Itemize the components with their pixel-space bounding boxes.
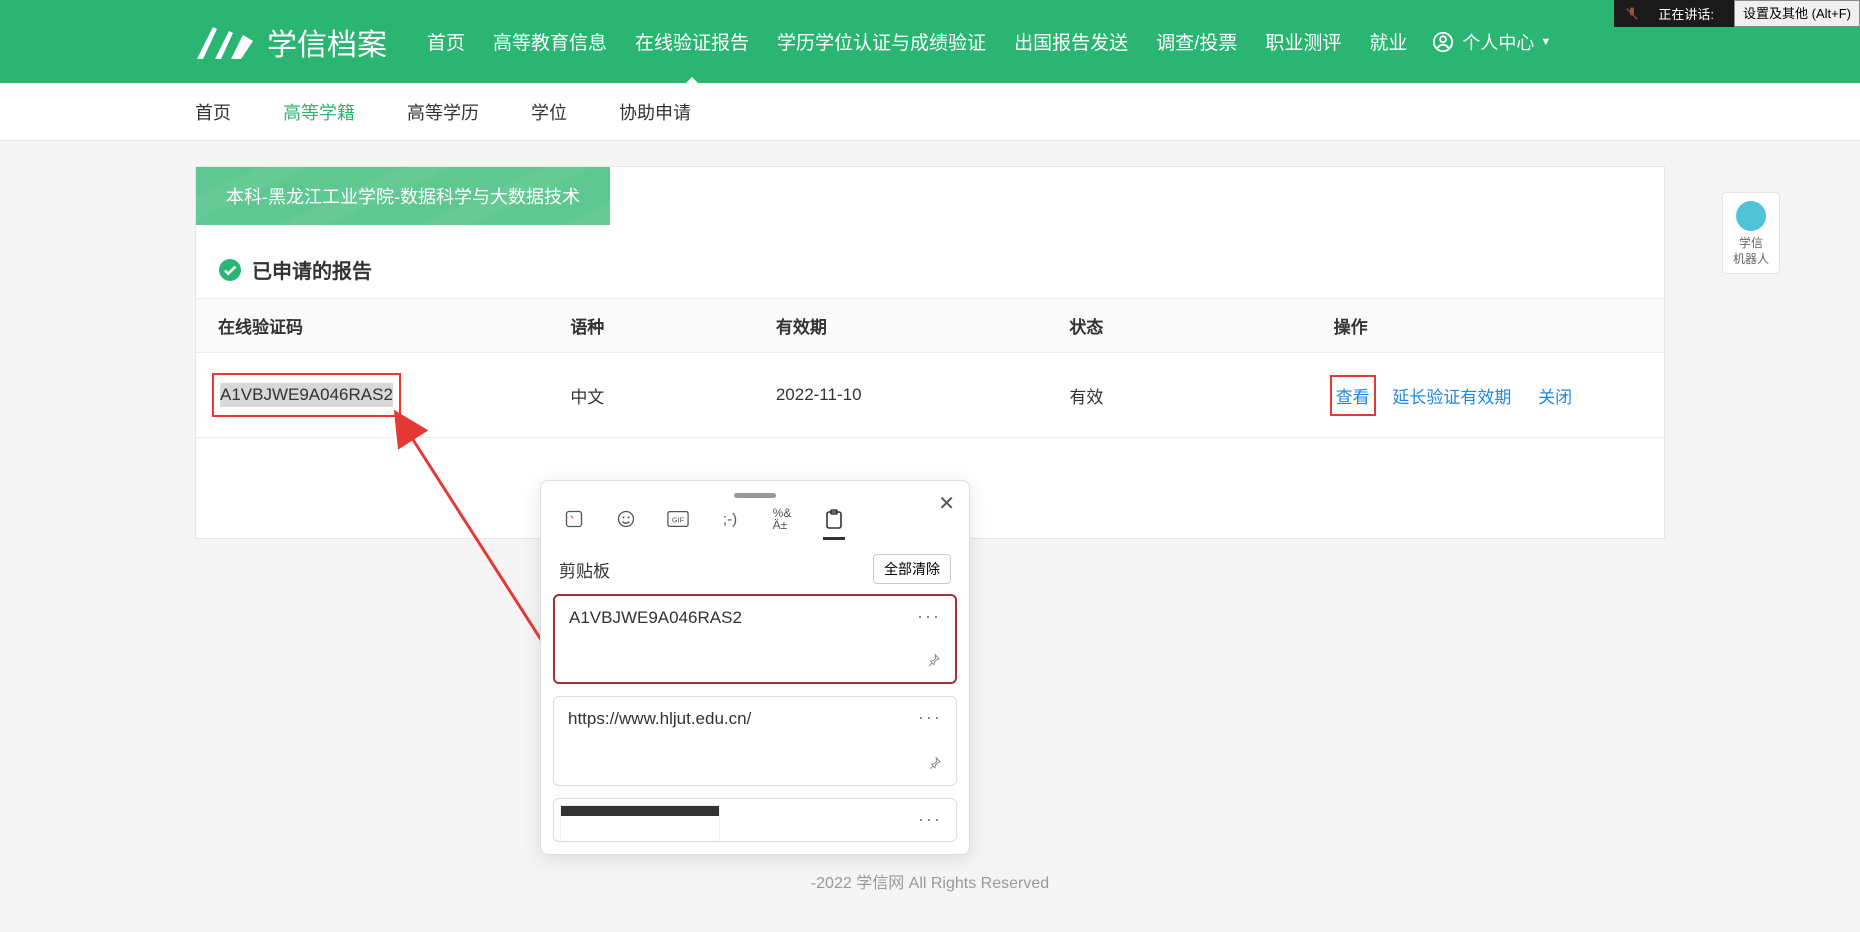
section-header: 已申请的报告 (196, 225, 1664, 298)
table-row: A1VBJWE9A046RAS2 中文 2022-11-10 有效 查看 延长验… (196, 353, 1664, 438)
pin-icon[interactable] (927, 653, 941, 672)
sticker-icon[interactable] (563, 508, 585, 530)
clipboard-item[interactable]: https://www.hljut.edu.cn/ ··· (553, 696, 957, 786)
clipboard-tab-row: GIF ;-) %&Ä± (541, 502, 969, 540)
clipboard-thumbnail (560, 805, 720, 842)
primary-nav: 首页 高等教育信息 在线验证报告 学历学位认证与成绩验证 出国报告发送 调查/投… (427, 28, 1407, 55)
user-icon (1432, 31, 1454, 53)
thumb-bar (561, 806, 719, 816)
subnav-assist-apply[interactable]: 协助申请 (619, 99, 691, 125)
clipboard-title: 剪贴板 (559, 557, 610, 582)
clipboard-item[interactable]: A1VBJWE9A046RAS2 ··· (553, 594, 957, 684)
mic-muted-icon (1624, 6, 1640, 22)
footer-text: -2022 学信网 All Rights Reserved (811, 875, 1049, 892)
reports-table: 在线验证码 语种 有效期 状态 操作 A1VBJWE9A046RAS2 中文 2… (196, 298, 1664, 438)
speaking-label: 正在讲话: (1658, 4, 1714, 23)
clipboard-tab-icon[interactable] (823, 508, 845, 530)
nav-survey[interactable]: 调查/投票 (1156, 28, 1237, 55)
subnav-home[interactable]: 首页 (195, 99, 231, 125)
nav-online-verify[interactable]: 在线验证报告 (635, 28, 749, 55)
cell-expiry: 2022-11-10 (754, 353, 1048, 438)
nav-home[interactable]: 首页 (427, 28, 465, 55)
robot-icon (1736, 201, 1766, 231)
logo[interactable]: 学信档案 (195, 20, 387, 64)
item-menu-icon[interactable]: ··· (917, 606, 941, 627)
svg-text:GIF: GIF (672, 516, 685, 525)
check-circle-icon (218, 258, 242, 282)
subnav-degree[interactable]: 学位 (531, 99, 567, 125)
education-tab[interactable]: 本科-黑龙江工业学院-数据科学与大数据技术 (196, 167, 610, 225)
top-overlay-bar: 正在讲话: 设置及其他 (Alt+F) (1614, 0, 1860, 27)
gif-icon[interactable]: GIF (667, 508, 689, 530)
settings-tooltip: 设置及其他 (Alt+F) (1734, 0, 1860, 27)
nav-employment[interactable]: 就业 (1369, 28, 1407, 55)
table-header-row: 在线验证码 语种 有效期 状态 操作 (196, 299, 1664, 353)
action-close[interactable]: 关闭 (1538, 388, 1572, 407)
clipboard-item-text: https://www.hljut.edu.cn/ (568, 709, 942, 729)
user-center-menu[interactable]: 个人中心 ▼ (1432, 29, 1551, 55)
section-title: 已申请的报告 (252, 255, 372, 284)
education-tab-label: 本科-黑龙江工业学院-数据科学与大数据技术 (226, 187, 580, 207)
chatbot-widget[interactable]: 学信 机器人 (1722, 192, 1780, 274)
clipboard-header: 剪贴板 全部清除 (541, 540, 969, 594)
item-menu-icon[interactable]: ··· (918, 809, 942, 830)
sub-nav: 首页 高等学籍 高等学历 学位 协助申请 (0, 83, 1860, 141)
clipboard-panel: ✕ GIF ;-) %&Ä± 剪贴板 全部清除 A1VBJWE9A046RAS2… (540, 480, 970, 855)
robot-label-1: 学信 (1725, 236, 1777, 252)
drag-handle[interactable] (734, 493, 776, 498)
logo-text: 学信档案 (267, 20, 387, 64)
pin-icon[interactable] (928, 756, 942, 775)
logo-icon (195, 21, 255, 63)
col-actions: 操作 (1312, 299, 1664, 353)
close-button[interactable]: ✕ (938, 491, 955, 516)
action-view[interactable]: 查看 (1336, 388, 1370, 407)
main-header: 学信档案 首页 高等教育信息 在线验证报告 学历学位认证与成绩验证 出国报告发送… (0, 0, 1860, 83)
col-language: 语种 (548, 299, 754, 353)
symbols-icon[interactable]: %&Ä± (771, 508, 793, 530)
nav-higher-edu-info[interactable]: 高等教育信息 (493, 28, 607, 55)
subnav-higher-enroll[interactable]: 高等学籍 (283, 99, 355, 125)
cell-actions: 查看 延长验证有效期 关闭 (1312, 353, 1664, 438)
item-menu-icon[interactable]: ··· (918, 707, 942, 728)
cell-code: A1VBJWE9A046RAS2 (196, 353, 548, 438)
col-status: 状态 (1047, 299, 1311, 353)
emoji-icon[interactable] (615, 508, 637, 530)
clipboard-item-text: A1VBJWE9A046RAS2 (569, 608, 941, 628)
action-extend[interactable]: 延长验证有效期 (1392, 388, 1511, 407)
conference-bar: 正在讲话: (1614, 0, 1734, 27)
view-highlight-box: 查看 (1330, 375, 1376, 416)
verification-code[interactable]: A1VBJWE9A046RAS2 (220, 383, 393, 407)
cell-language: 中文 (548, 353, 754, 438)
clear-all-button[interactable]: 全部清除 (873, 554, 951, 584)
kaomoji-icon[interactable]: ;-) (719, 508, 741, 530)
user-center-label: 个人中心 (1462, 29, 1534, 55)
subnav-higher-degree[interactable]: 高等学历 (407, 99, 479, 125)
col-code: 在线验证码 (196, 299, 548, 353)
nav-career-test[interactable]: 职业测评 (1265, 28, 1341, 55)
cell-status: 有效 (1047, 353, 1311, 438)
robot-label-2: 机器人 (1725, 252, 1777, 268)
nav-abroad-report[interactable]: 出国报告发送 (1014, 28, 1128, 55)
clipboard-image-item[interactable]: ··· (553, 798, 957, 842)
col-expiry: 有效期 (754, 299, 1048, 353)
footer: -2022 学信网 All Rights Reserved (195, 869, 1665, 893)
nav-degree-cert[interactable]: 学历学位认证与成绩验证 (777, 28, 986, 55)
code-highlight-box: A1VBJWE9A046RAS2 (212, 373, 401, 417)
chevron-down-icon: ▼ (1540, 36, 1551, 48)
